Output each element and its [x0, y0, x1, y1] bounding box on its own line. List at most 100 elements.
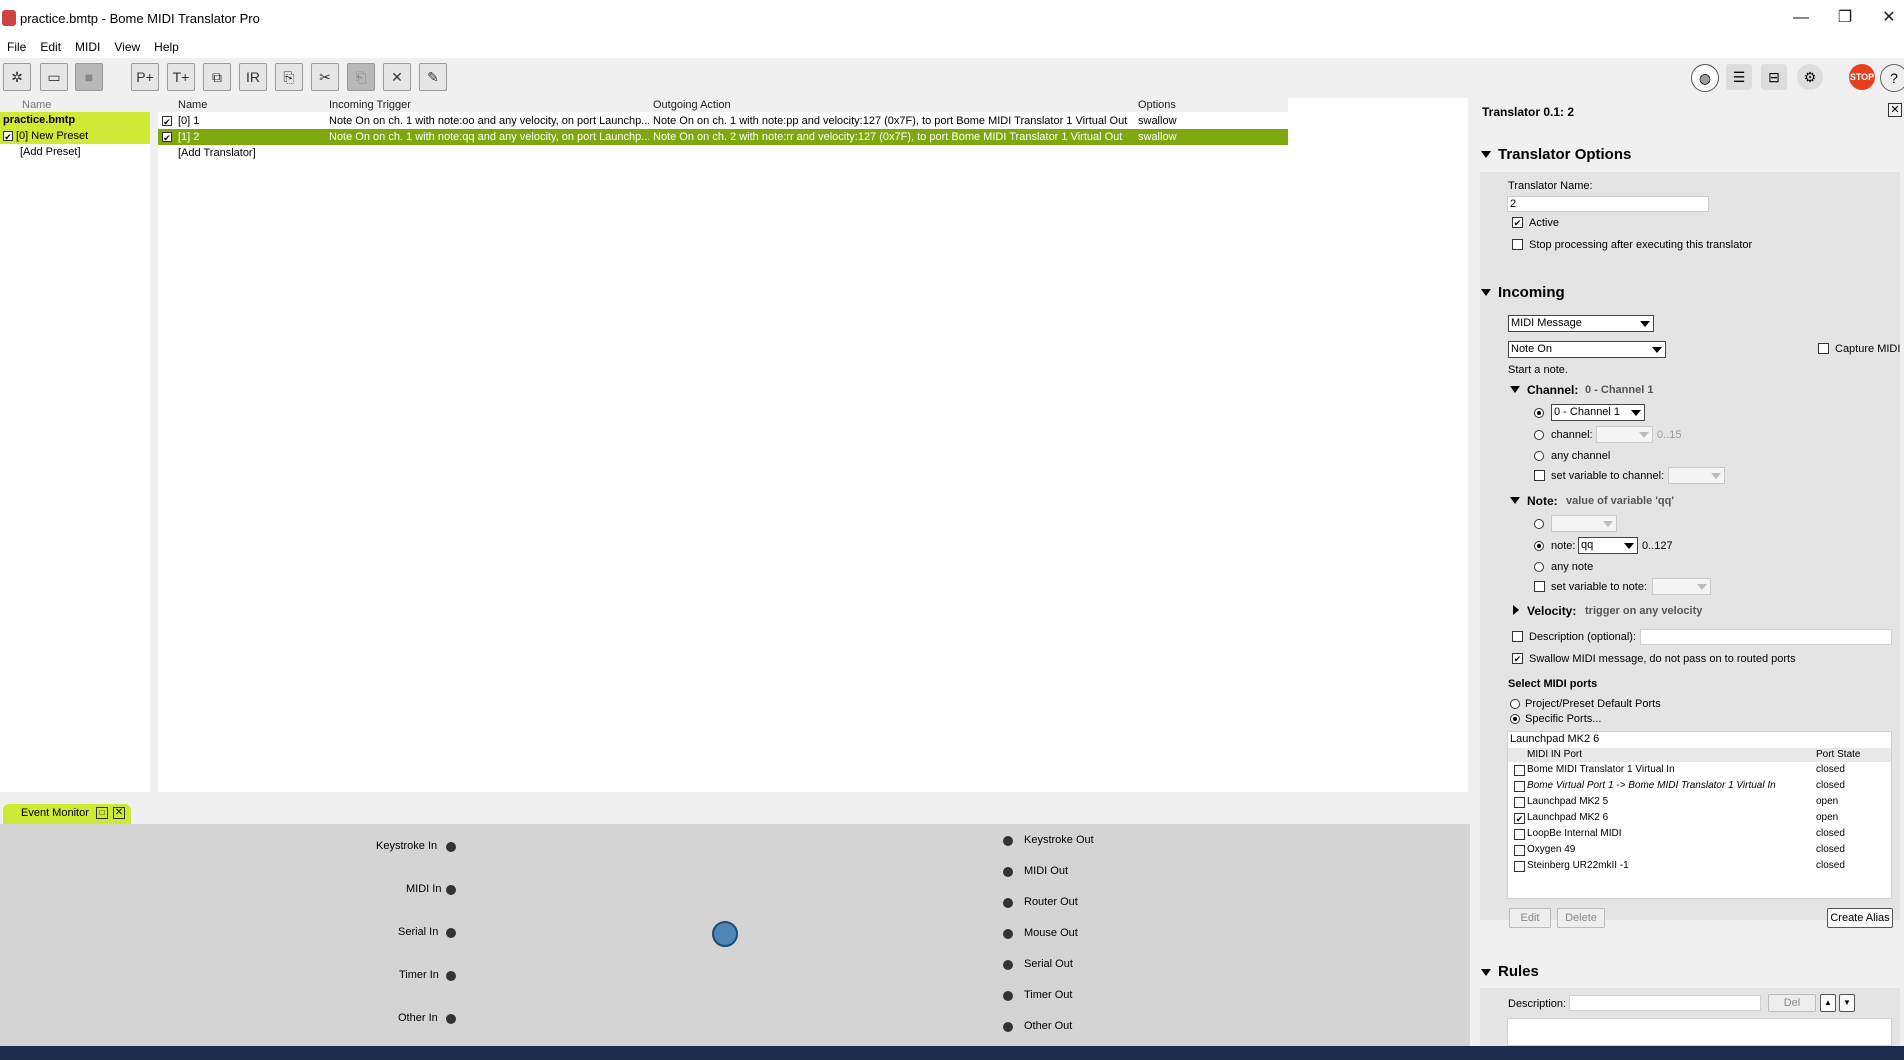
add-translator-row[interactable]: [Add Translator]	[158, 145, 1288, 161]
collapse-icon[interactable]	[1510, 386, 1520, 393]
set-variable-channel-checkbox[interactable]	[1534, 470, 1545, 481]
specific-ports-radio[interactable]	[1510, 714, 1520, 724]
gear-icon[interactable]: ⚙	[1797, 64, 1823, 90]
mapping-icon[interactable]: ⊟	[1761, 64, 1787, 90]
edit-alias-button[interactable]: Edit	[1509, 908, 1551, 928]
settings-list-icon[interactable]: ☰	[1726, 64, 1752, 90]
translator-row[interactable]: ✔ [0] 1 Note On on ch. 1 with note:oo an…	[158, 113, 1288, 129]
move-up-button[interactable]: ▲	[1820, 994, 1836, 1012]
port-row[interactable]: ✔ Launchpad MK2 6 open	[1508, 811, 1891, 827]
collapse-icon[interactable]	[1510, 497, 1520, 504]
port-row[interactable]: LoopBe Internal MIDI closed	[1508, 827, 1891, 843]
channel-variable-radio[interactable]	[1534, 430, 1544, 440]
add-preset-link[interactable]: [Add Preset]	[0, 144, 150, 160]
set-variable-channel-select[interactable]	[1668, 467, 1725, 484]
any-channel-radio[interactable]	[1534, 451, 1544, 461]
port-checkbox[interactable]	[1514, 845, 1525, 856]
port-row[interactable]: Oxygen 49 closed	[1508, 843, 1891, 859]
swallow-checkbox[interactable]: ✔	[1512, 653, 1523, 664]
note-fixed-select[interactable]	[1551, 515, 1617, 532]
stop-processing-checkbox[interactable]	[1512, 239, 1523, 250]
channel-fixed-radio[interactable]	[1534, 408, 1544, 418]
set-variable-note-checkbox[interactable]	[1534, 581, 1545, 592]
add-translator-link[interactable]: [Add Translator]	[178, 145, 256, 161]
menu-file[interactable]: File	[0, 36, 33, 58]
expand-icon[interactable]	[1513, 605, 1519, 615]
note-variable-select[interactable]: qq	[1578, 537, 1638, 554]
help-icon[interactable]: ?	[1880, 64, 1904, 92]
project-row[interactable]: practice.bmtp	[0, 112, 150, 128]
minimize-button[interactable]: —	[1778, 6, 1824, 30]
incoming-type-select[interactable]: MIDI Message	[1508, 315, 1654, 332]
description-input[interactable]	[1640, 629, 1892, 645]
translator-name-input[interactable]: 2	[1507, 196, 1709, 212]
add-translator-icon[interactable]: T+	[167, 63, 195, 91]
close-icon[interactable]: ✕	[1888, 103, 1902, 117]
close-button[interactable]: ✕	[1866, 6, 1904, 30]
capture-midi-checkbox[interactable]	[1818, 343, 1829, 354]
port-checkbox[interactable]	[1514, 781, 1525, 792]
port-column-header[interactable]: MIDI IN Port	[1527, 749, 1582, 760]
any-note-radio[interactable]	[1534, 562, 1544, 572]
timer-in-indicator	[446, 971, 456, 981]
col-incoming[interactable]: Incoming Trigger	[329, 98, 411, 112]
port-row[interactable]: Bome Virtual Port 1 -> Bome MIDI Transla…	[1508, 779, 1891, 795]
set-variable-note-select[interactable]	[1652, 578, 1711, 595]
midi-icon[interactable]: ◍	[1691, 64, 1719, 92]
port-checkbox[interactable]	[1514, 861, 1525, 872]
channel-variable-select[interactable]	[1596, 426, 1653, 443]
menu-help[interactable]: Help	[147, 36, 186, 58]
move-down-button[interactable]: ▼	[1839, 994, 1855, 1012]
project-icon[interactable]: ✲	[3, 63, 31, 91]
cut-icon[interactable]: ✂	[311, 63, 339, 91]
port-checkbox[interactable]: ✔	[1514, 813, 1525, 824]
port-row[interactable]: Bome MIDI Translator 1 Virtual In closed	[1508, 763, 1891, 779]
port-row[interactable]: Launchpad MK2 5 open	[1508, 795, 1891, 811]
create-alias-button[interactable]: Create Alias	[1827, 908, 1893, 928]
translator-row-selected[interactable]: ✔ [1] 2 Note On on ch. 1 with note:qq an…	[158, 129, 1288, 145]
float-icon[interactable]: □	[96, 807, 108, 819]
add-preset-icon[interactable]: P+	[131, 63, 159, 91]
delete-icon[interactable]: ✕	[383, 63, 411, 91]
col-outgoing[interactable]: Outgoing Action	[653, 98, 731, 112]
rename-icon[interactable]: IR	[239, 63, 267, 91]
copy-icon[interactable]: ⎘	[275, 63, 303, 91]
port-checkbox[interactable]	[1514, 765, 1525, 776]
note-fixed-radio[interactable]	[1534, 519, 1544, 529]
channel-select[interactable]: 0 - Channel 1	[1551, 404, 1645, 421]
state-column-header[interactable]: Port State	[1816, 749, 1860, 760]
col-name[interactable]: Name	[178, 98, 207, 112]
menu-edit[interactable]: Edit	[33, 36, 68, 58]
translator-active-checkbox[interactable]: ✔	[162, 116, 172, 126]
open-icon[interactable]: ▭	[40, 63, 68, 91]
port-row[interactable]: Steinberg UR22mkII -1 closed	[1508, 859, 1891, 875]
port-checkbox[interactable]	[1514, 829, 1525, 840]
default-ports-radio[interactable]	[1510, 699, 1520, 709]
collapse-icon[interactable]	[1481, 289, 1491, 296]
menu-view[interactable]: View	[107, 36, 147, 58]
note-variable-radio[interactable]	[1534, 541, 1544, 551]
duplicate-icon[interactable]: ⧉	[203, 63, 231, 91]
edit-icon[interactable]: ✎	[419, 63, 447, 91]
delete-rule-button[interactable]: Del	[1768, 994, 1816, 1012]
menu-midi[interactable]: MIDI	[68, 36, 107, 58]
preset-row[interactable]: ✔ [0] New Preset	[0, 128, 150, 144]
stop-icon[interactable]: STOP	[1849, 64, 1875, 90]
collapse-icon[interactable]	[1481, 969, 1491, 976]
event-monitor-tab[interactable]: Event Monitor □ ✕	[3, 804, 131, 824]
save-icon[interactable]: ■	[75, 63, 103, 91]
message-type-select[interactable]: Note On	[1508, 341, 1666, 358]
close-icon[interactable]: ✕	[113, 807, 125, 819]
translator-active-checkbox[interactable]: ✔	[162, 132, 172, 142]
restore-button[interactable]: ❐	[1822, 6, 1868, 30]
preset-active-checkbox[interactable]: ✔	[3, 131, 13, 142]
port-checkbox[interactable]	[1514, 797, 1525, 808]
col-options[interactable]: Options	[1138, 98, 1176, 112]
collapse-icon[interactable]	[1481, 151, 1491, 158]
paste-icon[interactable]: ⎗	[347, 63, 375, 91]
active-checkbox[interactable]: ✔	[1512, 217, 1523, 228]
rules-description-input[interactable]	[1569, 995, 1761, 1011]
description-checkbox[interactable]	[1512, 631, 1523, 642]
delete-alias-button[interactable]: Delete	[1557, 908, 1605, 928]
rules-editor[interactable]	[1507, 1018, 1892, 1046]
